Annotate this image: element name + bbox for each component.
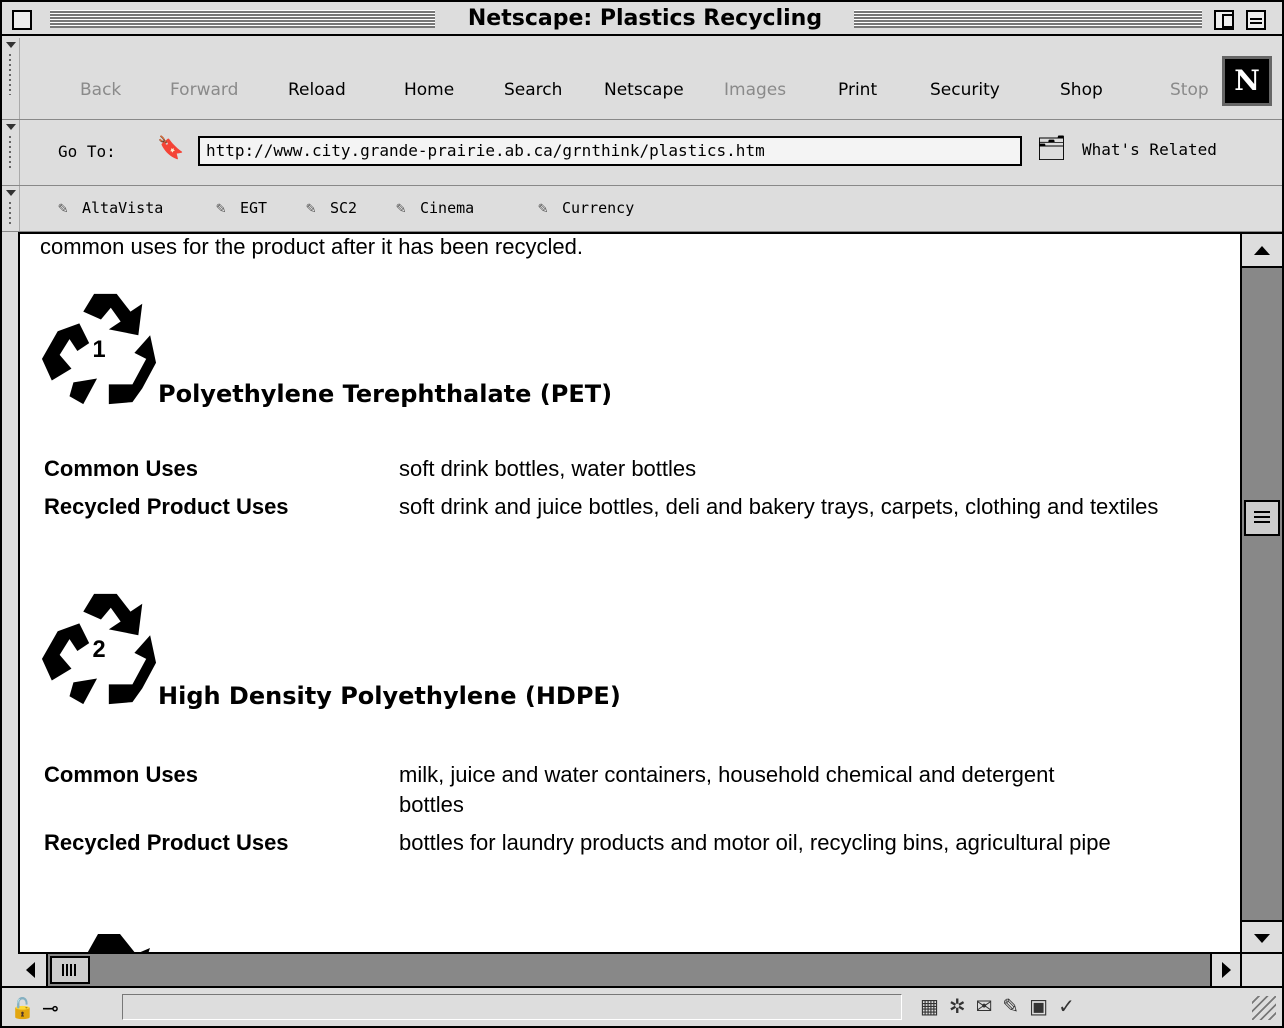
security-button[interactable]: Security <box>930 80 1000 100</box>
horizontal-scrollbar[interactable] <box>18 952 1240 986</box>
collapse-box[interactable] <box>1246 10 1266 30</box>
reload-button[interactable]: Reload <box>288 80 346 100</box>
intro-text: common uses for the product after it has… <box>40 234 583 259</box>
bookmark-icon: ✎ <box>58 198 68 217</box>
scroll-thumb[interactable] <box>50 956 90 984</box>
bookmark-currency[interactable]: ✎ Currency <box>538 198 634 217</box>
common-uses-label: Common Uses <box>44 762 199 787</box>
common-uses-value: soft drink bottles, water bottles <box>399 456 697 481</box>
bookmark-icon: ✎ <box>216 198 226 217</box>
bookmark-icon: ✎ <box>396 198 406 217</box>
table-row: Recycled Product Uses soft drink and jui… <box>44 492 1229 530</box>
common-uses-label: Common Uses <box>44 456 199 481</box>
toolbar-collapse-tab[interactable] <box>2 186 20 231</box>
whats-related-button[interactable]: What's Related <box>1082 140 1217 159</box>
toolbar-collapse-tab[interactable] <box>2 38 20 119</box>
bookmark-icon[interactable]: 🔖 <box>157 136 187 166</box>
print-button[interactable]: Print <box>838 80 877 100</box>
bookmark-icon: ✎ <box>538 198 548 217</box>
recycle-symbol-icon: 1 <box>41 293 157 405</box>
status-message <box>122 994 902 1020</box>
plug-icon: ⊸ <box>42 996 59 1020</box>
bookmark-sc2[interactable]: ✎ SC2 <box>306 198 357 217</box>
common-uses-value: milk, juice and water containers, househ… <box>399 762 1055 817</box>
stop-button[interactable]: Stop <box>1170 80 1212 100</box>
recycled-uses-value: bottles for laundry products and motor o… <box>399 830 1111 855</box>
recycle-symbol-icon <box>87 934 150 952</box>
search-button[interactable]: Search <box>504 80 562 100</box>
recycle-symbol-icon: 2 <box>41 593 157 705</box>
netscape-button[interactable]: Netscape <box>604 80 684 100</box>
scroll-thumb[interactable] <box>1244 500 1280 536</box>
plastic-name: High Density Polyethylene (HDPE) <box>158 682 621 710</box>
close-box[interactable] <box>12 10 32 30</box>
whats-related-icon[interactable]: 🗂 <box>1036 134 1070 166</box>
scroll-down-arrow[interactable] <box>1242 920 1282 954</box>
uses-table: Common Uses milk, juice and water contai… <box>44 760 1119 866</box>
netscape-logo-icon[interactable]: N <box>1222 56 1272 106</box>
bookmark-icon: ✎ <box>306 198 316 217</box>
recycled-uses-label: Recycled Product Uses <box>44 494 289 519</box>
images-button[interactable]: Images <box>724 80 786 100</box>
resin-code: 1 <box>92 337 105 363</box>
window-title: Netscape: Plastics Recycling <box>442 6 848 31</box>
location-toolbar: Go To: 🔖 http://www.city.grande-prairie.… <box>2 120 1282 186</box>
url-input[interactable]: http://www.city.grande-prairie.ab.ca/grn… <box>198 136 1022 166</box>
home-button[interactable]: Home <box>404 80 454 100</box>
bookmark-altavista[interactable]: ✎ AltaVista <box>58 198 163 217</box>
back-button[interactable]: Back <box>80 80 121 100</box>
plastic-section: 2 High Density Polyethylene (HDPE) Commo… <box>40 590 1240 910</box>
forward-button[interactable]: Forward <box>170 80 238 100</box>
recycled-uses-value: soft drink and juice bottles, deli and b… <box>399 494 1159 519</box>
personal-toolbar: ✎ AltaVista ✎ EGT ✎ SC2 ✎ Cinema ✎ Currency <box>2 186 1282 232</box>
status-bar: 🔓 ⊸ ▦✲✉✎▣✓ <box>2 986 1282 1026</box>
table-row: Recycled Product Uses bottles for laundr… <box>44 828 1119 866</box>
resin-code: 2 <box>92 637 105 663</box>
component-bar-icons[interactable]: ▦✲✉✎▣✓ <box>920 994 1085 1018</box>
scroll-right-arrow[interactable] <box>1210 954 1240 986</box>
resize-grip[interactable] <box>1252 996 1276 1020</box>
scroll-left-arrow[interactable] <box>18 954 48 986</box>
navigation-toolbar: Back Forward Reload Home Search Netscape… <box>2 38 1282 120</box>
table-row: Common Uses soft drink bottles, water bo… <box>44 454 1229 492</box>
zoom-box[interactable] <box>1214 10 1234 30</box>
plastic-name: Polyethylene Terephthalate (PET) <box>158 380 613 408</box>
page-content: common uses for the product after it has… <box>18 232 1240 952</box>
bookmark-egt[interactable]: ✎ EGT <box>216 198 267 217</box>
bookmark-cinema[interactable]: ✎ Cinema <box>396 198 474 217</box>
title-bar[interactable]: Netscape: Plastics Recycling <box>2 2 1282 36</box>
uses-table: Common Uses soft drink bottles, water bo… <box>44 454 1229 530</box>
vertical-scrollbar[interactable] <box>1240 232 1282 954</box>
title-stripes <box>50 10 435 28</box>
unlocked-icon[interactable]: 🔓 <box>10 996 35 1020</box>
title-stripes <box>854 10 1202 28</box>
goto-label: Go To: <box>58 142 116 161</box>
plastic-section: 1 Polyethylene Terephthalate (PET) Commo… <box>40 290 1240 580</box>
scroll-up-arrow[interactable] <box>1242 234 1282 268</box>
shop-button[interactable]: Shop <box>1060 80 1103 100</box>
scroll-corner <box>1240 952 1282 986</box>
recycled-uses-label: Recycled Product Uses <box>44 830 289 855</box>
toolbar-collapse-tab[interactable] <box>2 120 20 185</box>
table-row: Common Uses milk, juice and water contai… <box>44 760 1119 828</box>
browser-window: Netscape: Plastics Recycling Back Forwar… <box>0 0 1284 1028</box>
